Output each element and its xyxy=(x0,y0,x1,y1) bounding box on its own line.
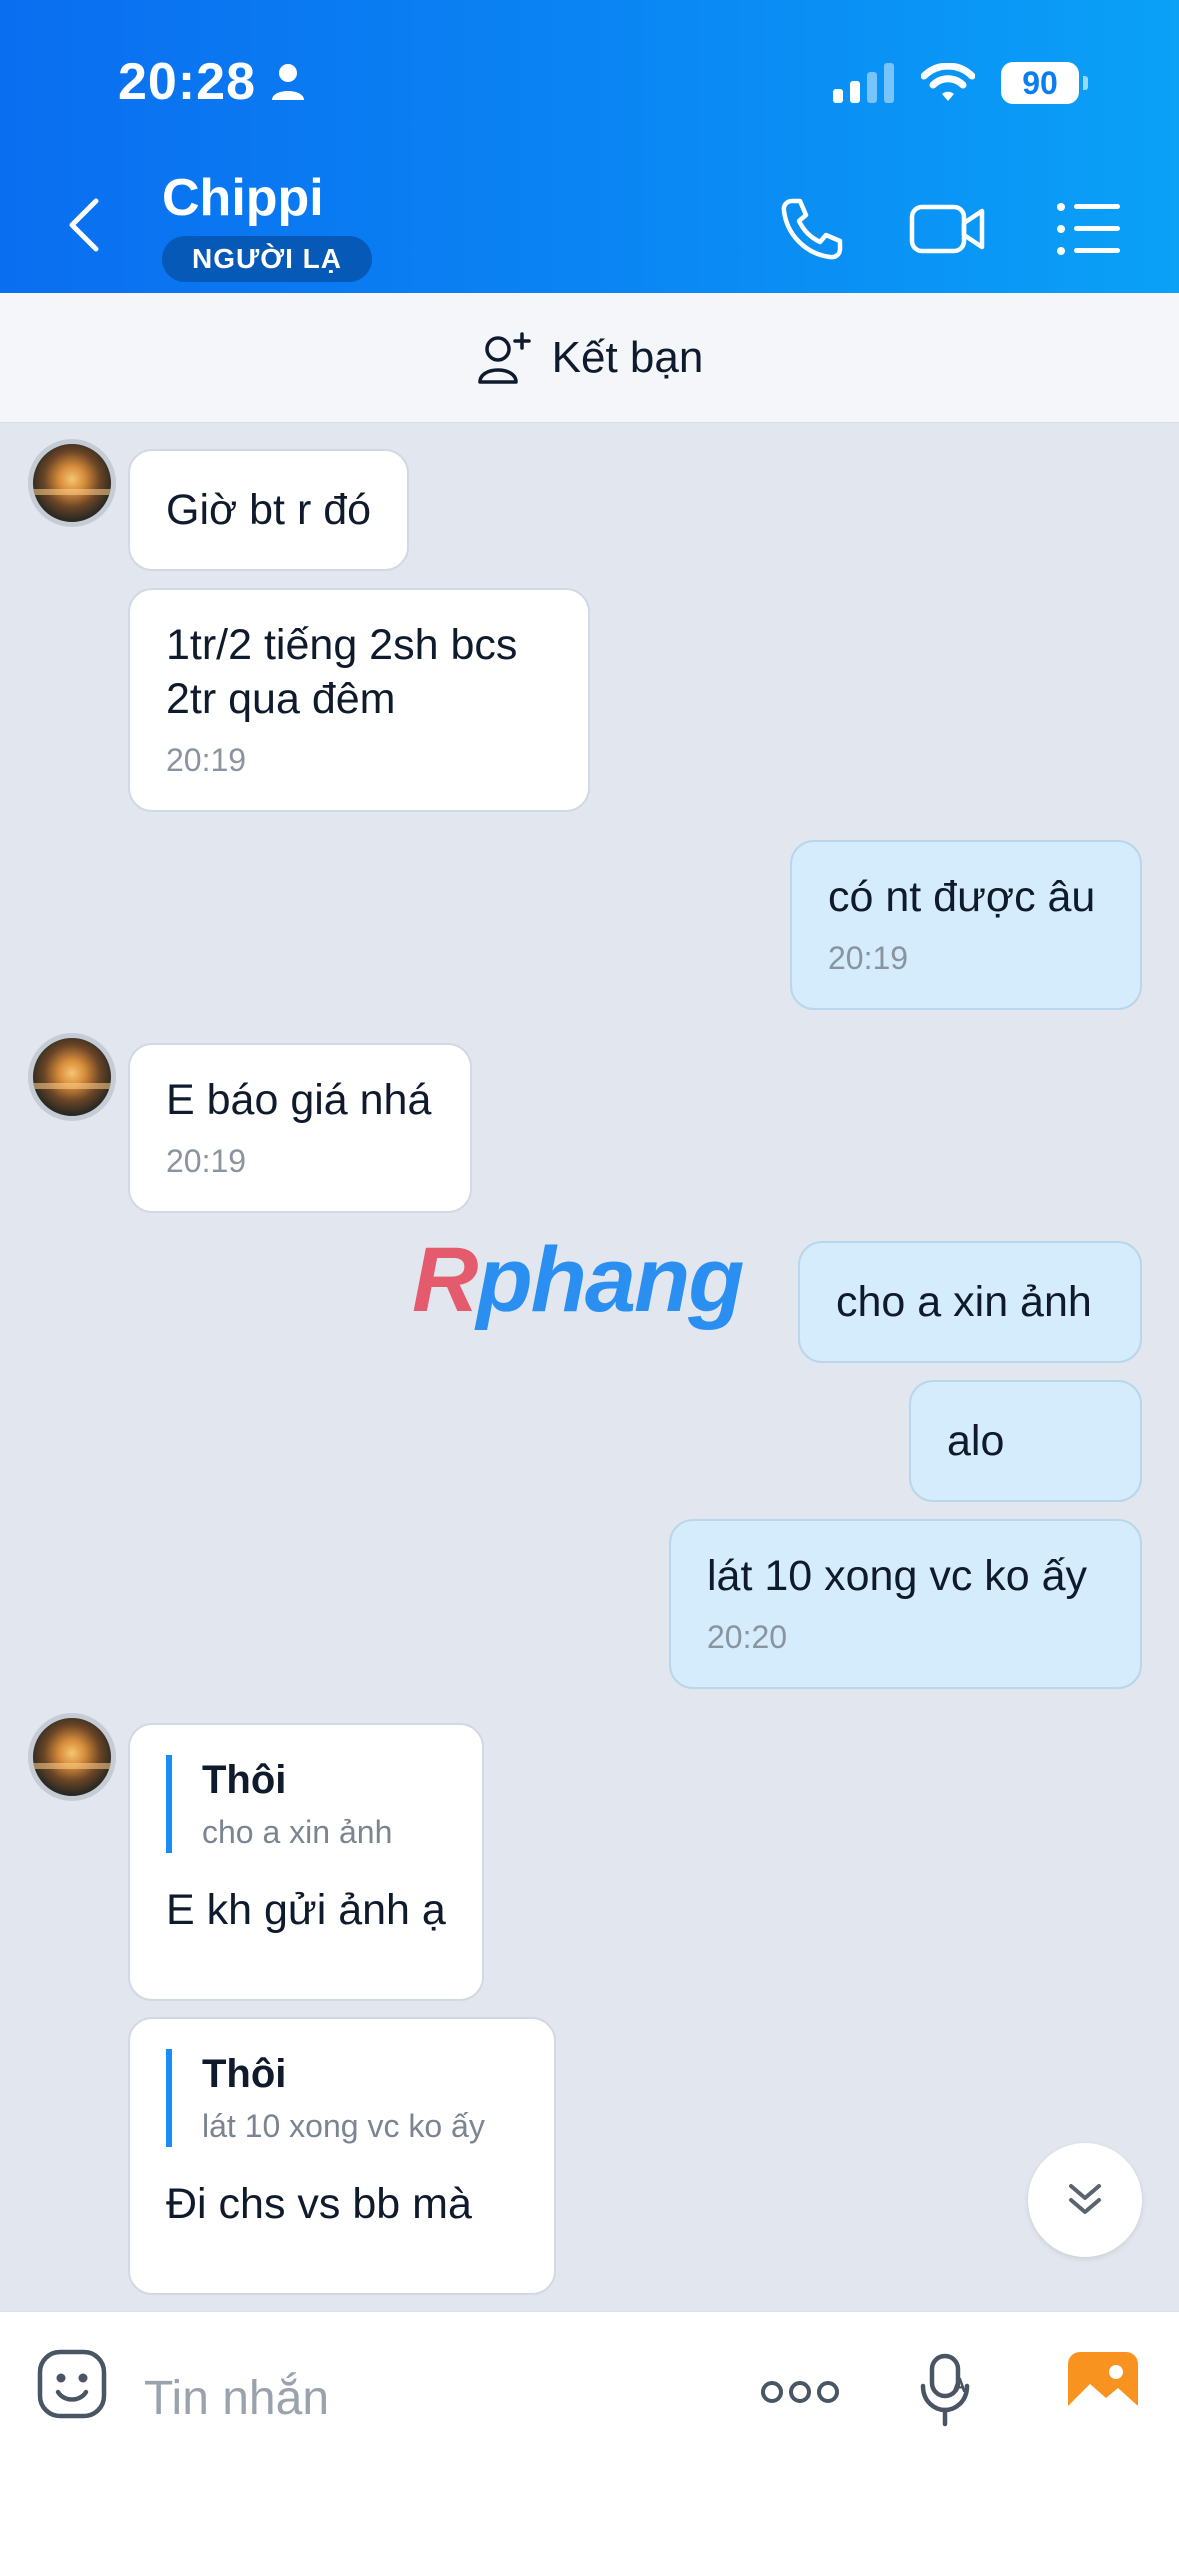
outgoing-message[interactable]: alo xyxy=(909,1380,1142,1502)
outgoing-message[interactable]: lát 10 xong vc ko ấy 20:20 xyxy=(669,1519,1142,1689)
incoming-reply-message[interactable]: Thôi lát 10 xong vc ko ấy Đi chs vs bb m… xyxy=(128,2017,556,2295)
battery-indicator: 90 xyxy=(1001,62,1088,104)
chat-header: 20:28 90 Chippi NGƯỜI LẠ xyxy=(0,0,1179,293)
message-time: 20:19 xyxy=(166,742,247,778)
phone-call-icon[interactable] xyxy=(778,195,846,263)
sticker-icon[interactable] xyxy=(36,2348,108,2420)
message-input-bar: A xyxy=(0,2311,1179,2556)
contact-avatar[interactable] xyxy=(28,1713,116,1801)
person-icon xyxy=(272,64,304,100)
message-text-line: 2tr qua đêm xyxy=(166,675,396,723)
watermark-logo: Rphang xyxy=(412,1228,744,1333)
quoted-message[interactable]: Thôi cho a xin ảnh xyxy=(166,1755,446,1853)
message-time: 20:20 xyxy=(707,1619,788,1655)
add-user-icon xyxy=(477,331,531,384)
message-time: 20:19 xyxy=(828,940,909,976)
message-text: E báo giá nhá xyxy=(166,1076,432,1124)
contact-avatar[interactable] xyxy=(28,1033,116,1121)
double-chevron-down-icon xyxy=(1069,2184,1101,2214)
watermark-first: R xyxy=(412,1229,478,1331)
status-indicators: 90 xyxy=(833,62,1088,104)
outgoing-message[interactable]: cho a xin ảnh xyxy=(798,1241,1142,1363)
battery-level: 90 xyxy=(1022,64,1058,101)
message-text: cho a xin ảnh xyxy=(836,1278,1092,1326)
add-friend-button[interactable]: Kết bạn xyxy=(0,293,1179,423)
video-call-icon[interactable] xyxy=(908,195,988,263)
photo-gallery-icon[interactable] xyxy=(1066,2350,1140,2420)
back-button[interactable] xyxy=(60,195,110,255)
message-list[interactable]: Giờ bt r đó 1tr/2 tiếng 2sh bcs 2tr qua … xyxy=(0,423,1179,2311)
quoted-message[interactable]: Thôi lát 10 xong vc ko ấy xyxy=(166,2049,518,2147)
message-input[interactable] xyxy=(142,2358,722,2438)
quote-text: cho a xin ảnh xyxy=(202,1814,393,1850)
svg-text:A: A xyxy=(952,2375,966,2397)
incoming-reply-message[interactable]: Thôi cho a xin ảnh E kh gửi ảnh ạ xyxy=(128,1723,484,2001)
message-text: alo xyxy=(947,1417,1005,1465)
quote-sender: Thôi xyxy=(202,2052,287,2096)
message-text: có nt được âu xyxy=(828,873,1096,921)
message-text: Đi chs vs bb mà xyxy=(166,2180,472,2228)
message-text-line: 1tr/2 tiếng 2sh bcs xyxy=(166,621,518,669)
incoming-message[interactable]: Giờ bt r đó xyxy=(128,449,410,571)
message-time: 20:19 xyxy=(166,1143,247,1179)
quote-text: lát 10 xong vc ko ấy xyxy=(202,2108,485,2144)
contact-name[interactable]: Chippi xyxy=(162,168,324,228)
contact-avatar[interactable] xyxy=(28,439,116,527)
add-friend-label: Kết bạn xyxy=(551,332,704,382)
voice-to-text-microphone-icon[interactable]: A xyxy=(918,2352,974,2428)
status-time: 20:28 xyxy=(118,52,306,112)
wifi-icon xyxy=(921,63,975,101)
stranger-badge: NGƯỜI LẠ xyxy=(162,236,372,282)
menu-list-icon[interactable] xyxy=(1056,195,1122,263)
watermark-rest: phang xyxy=(476,1229,744,1331)
message-text: Giờ bt r đó xyxy=(166,486,372,534)
quote-sender: Thôi xyxy=(202,1758,287,1802)
cellular-signal-icon xyxy=(833,63,894,103)
message-text: E kh gửi ảnh ạ xyxy=(166,1886,446,1934)
scroll-to-bottom-button[interactable] xyxy=(1028,2143,1142,2257)
incoming-message[interactable]: 1tr/2 tiếng 2sh bcs 2tr qua đêm 20:19 xyxy=(128,588,590,812)
more-options-icon[interactable] xyxy=(760,2374,840,2410)
outgoing-message[interactable]: có nt được âu 20:19 xyxy=(790,840,1142,1010)
clock-text: 20:28 xyxy=(118,53,256,111)
incoming-message[interactable]: E báo giá nhá 20:19 xyxy=(128,1043,472,1213)
message-text: lát 10 xong vc ko ấy xyxy=(707,1552,1088,1600)
